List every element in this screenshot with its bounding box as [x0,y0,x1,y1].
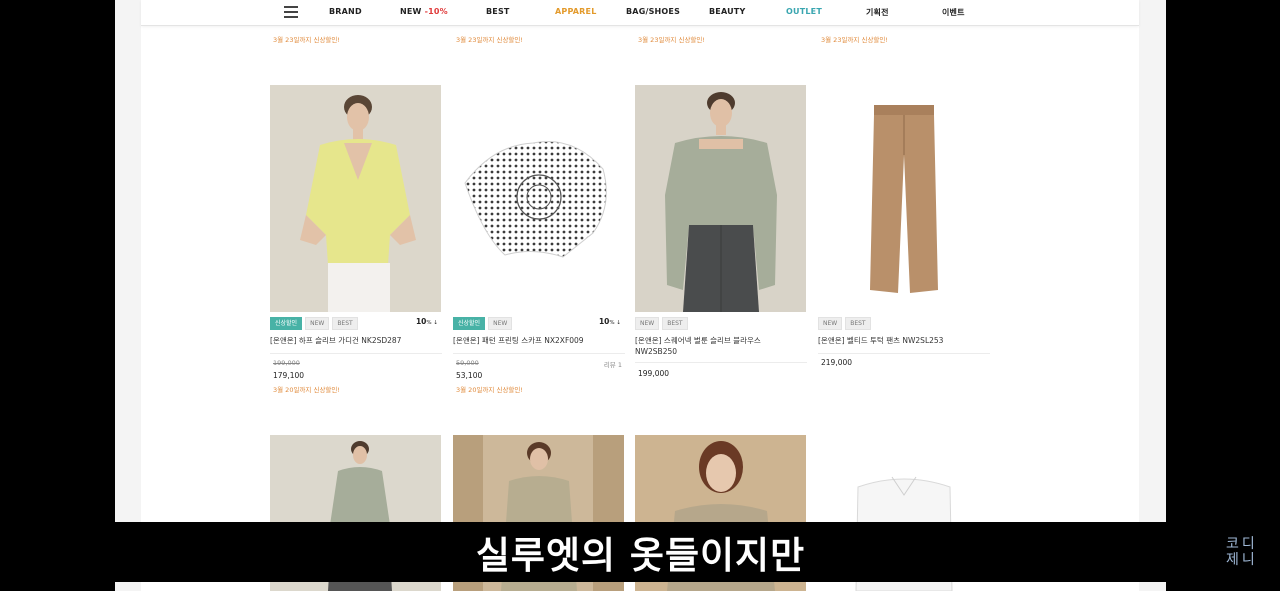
new-badge: NEW [488,317,513,330]
product-name[interactable]: [온앤온] 패턴 프린팅 스카프 NX2XF009 [453,335,623,346]
nav-new-label: NEW [400,7,422,16]
nav-special[interactable]: 기획전 [866,7,889,18]
product-image[interactable] [270,85,441,312]
top-row-note: 3월 23일까지 신상할인! [638,36,705,44]
sale-price: 199,000 [638,369,670,378]
sale-price: 219,000 [821,358,853,367]
new-badge: NEW [305,317,330,330]
nav-bag-shoes[interactable]: BAG/SHOES [626,7,680,16]
product-image[interactable] [453,85,624,312]
subtitle-text: 실루엣의 옷들이지만 [475,534,806,577]
top-navigation: BRAND NEW -10% BEST APPAREL BAG/SHOES BE… [141,0,1139,26]
new-badge: NEW [818,317,843,330]
review-count[interactable]: 리뷰 1 [604,359,622,369]
best-badge: BEST [662,317,688,330]
product-card[interactable]: 신상할인 NEW BEST 10% ↓ [온앤온] 하프 슬리브 가디건 NK2… [270,85,442,395]
watermark-line: 제니 [1226,552,1258,568]
product-card[interactable]: NEW BEST [온앤온] 스퀘어넥 벌룬 슬리브 블라우스 NW2SB250… [635,85,807,385]
sale-badge: 신상할인 [270,317,303,330]
original-price: 59,000 [456,359,479,367]
menu-icon[interactable] [284,6,298,18]
event-note: 3월 20일까지 신상할인! [456,386,523,394]
best-badge: BEST [845,317,871,330]
product-name[interactable]: [온앤온] 벨티드 투턱 팬츠 NW2SL253 [818,335,988,346]
sale-badge: 신상할인 [453,317,486,330]
original-price: 199,000 [273,359,300,367]
sale-price: 179,100 [273,371,305,380]
product-card[interactable]: NEW BEST [온앤온] 벨티드 투턱 팬츠 NW2SL253 219,00… [818,85,990,385]
new-badge: NEW [635,317,660,330]
discount-rate: 10% ↓ [415,317,438,326]
product-image[interactable] [635,85,806,312]
top-row-note: 3월 23일까지 신상할인! [273,36,340,44]
watermark-line: 코디 [1226,536,1258,552]
nav-apparel[interactable]: APPAREL [555,7,597,16]
product-card[interactable]: 신상할인 NEW 10% ↓ [온앤온] 패턴 프린팅 스카프 NX2XF009… [453,85,625,395]
channel-watermark: 코디 제니 [1226,536,1258,568]
sale-price: 53,100 [456,371,483,380]
product-name[interactable]: [온앤온] 하프 슬리브 가디건 NK2SD287 [270,335,440,346]
nav-brand[interactable]: BRAND [329,7,362,16]
nav-outlet[interactable]: OUTLET [786,7,822,16]
discount-rate: 10% ↓ [598,317,621,326]
video-subtitle: 실루엣의 옷들이지만 [115,522,1166,582]
nav-new[interactable]: NEW -10% [400,7,448,16]
nav-event[interactable]: 이벤트 [942,7,965,18]
top-row-note: 3월 23일까지 신상할인! [456,36,523,44]
nav-new-sale: -10% [424,7,448,16]
product-name[interactable]: [온앤온] 스퀘어넥 벌룬 슬리브 블라우스 NW2SB250 [635,335,805,357]
event-note: 3월 20일까지 신상할인! [273,386,340,394]
nav-best[interactable]: BEST [486,7,510,16]
nav-beauty[interactable]: BEAUTY [709,7,745,16]
top-row-note: 3월 23일까지 신상할인! [821,36,888,44]
best-badge: BEST [332,317,358,330]
product-image[interactable] [818,85,989,312]
